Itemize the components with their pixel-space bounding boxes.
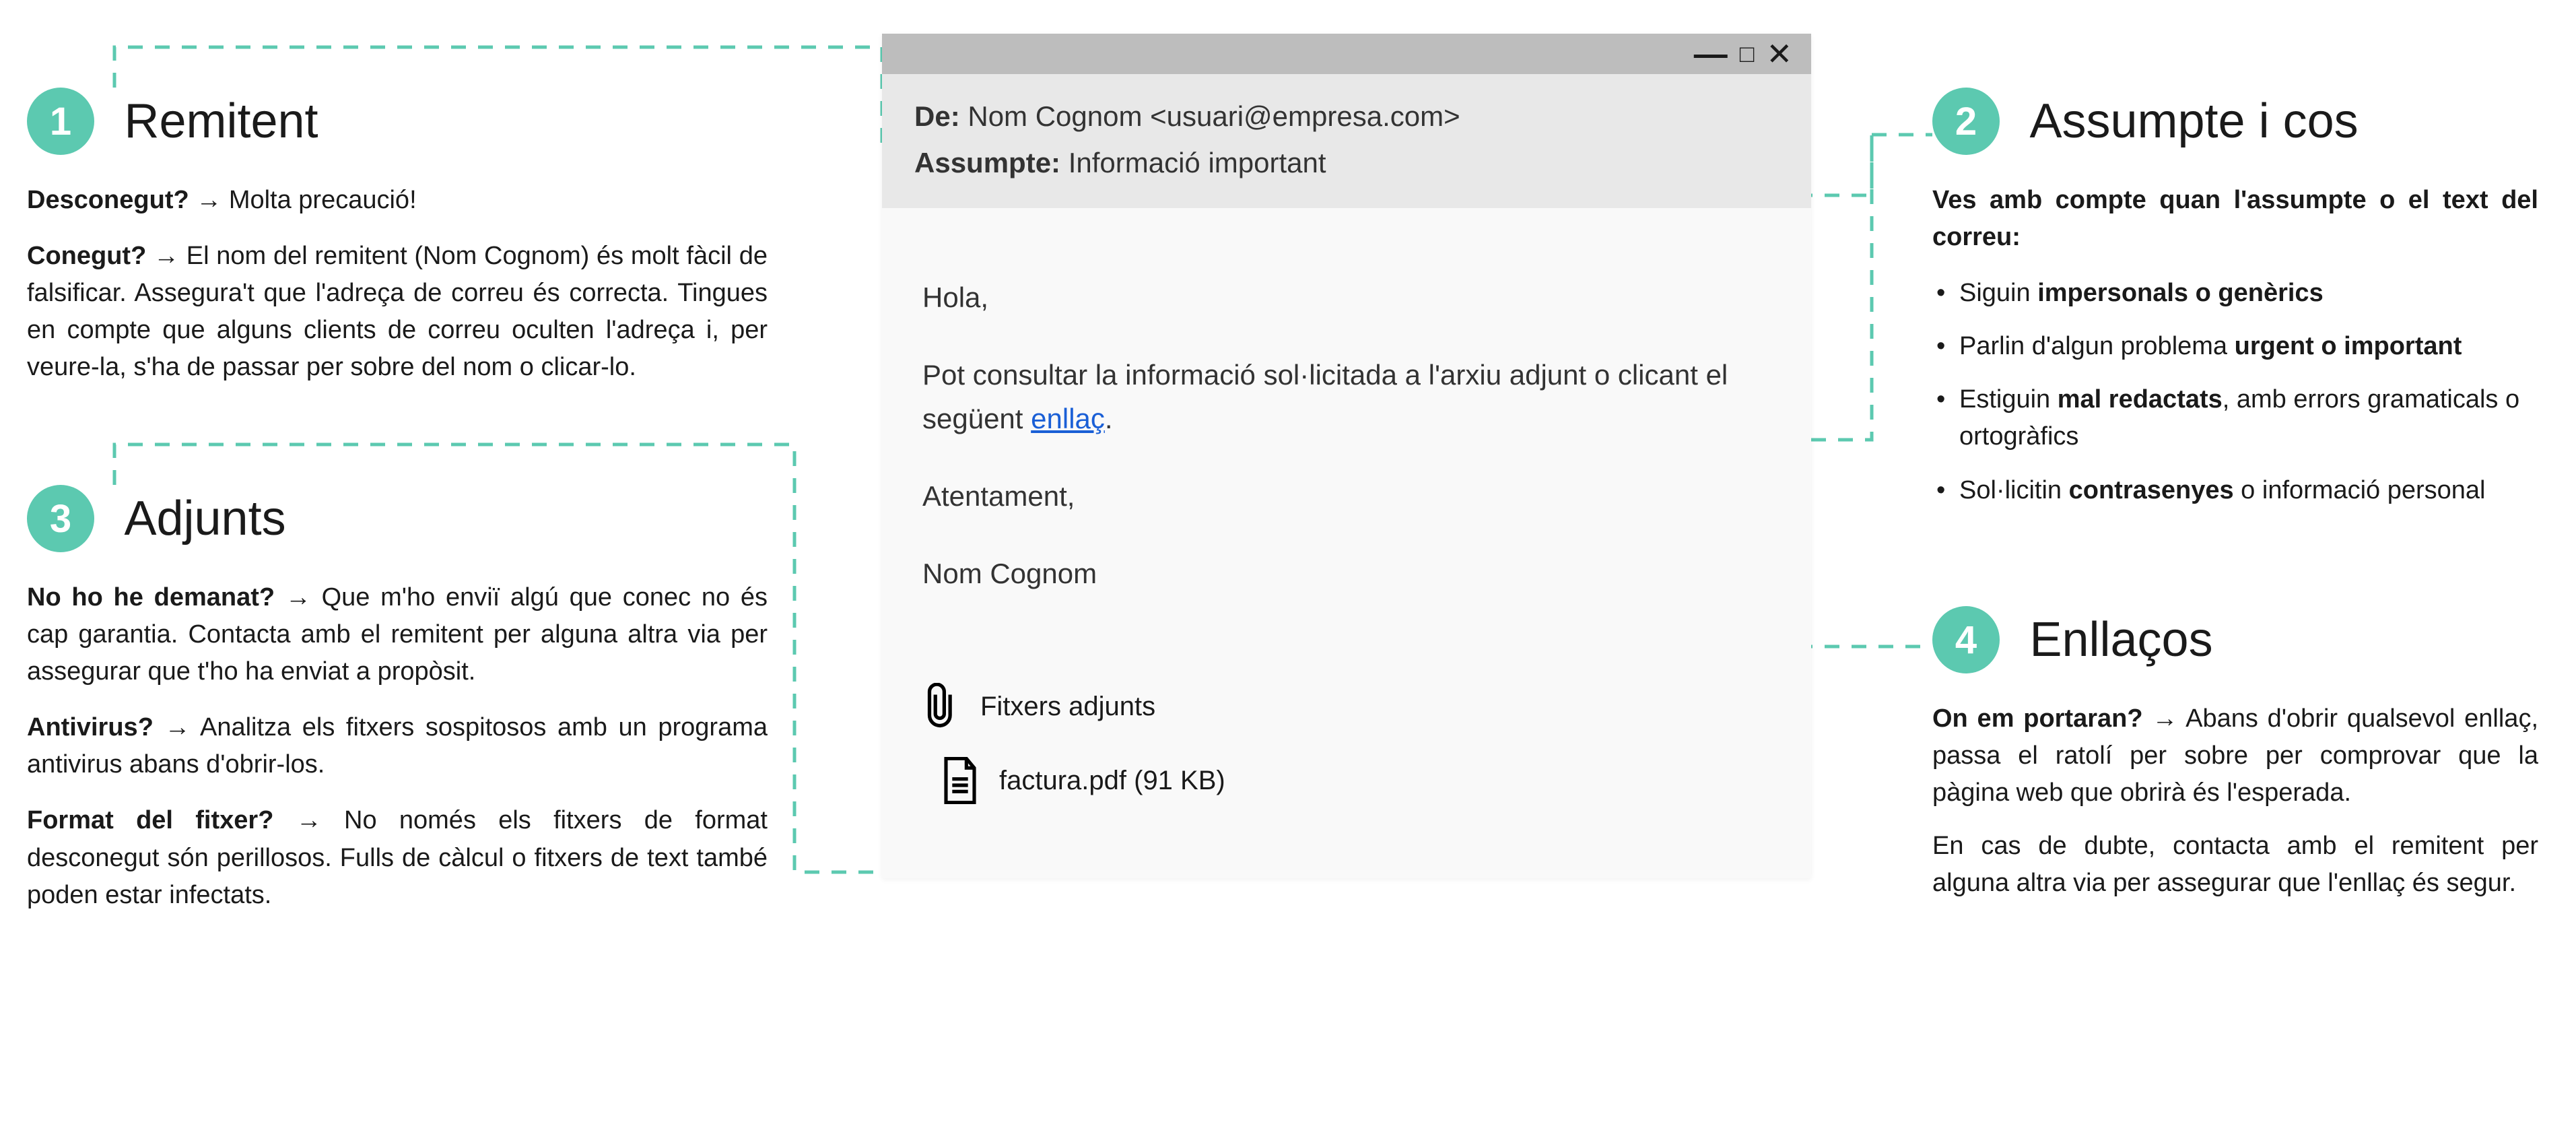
s1-p2: Conegut? → El nom del remitent (Nom Cogn… (27, 238, 768, 386)
title-enllacos: Enllaços (2029, 612, 2212, 667)
email-body: Hola, Pot consultar la informació sol·li… (882, 208, 1811, 669)
badge-4: 4 (1932, 606, 2000, 673)
email-subject: Assumpte: Informació important (914, 139, 1779, 186)
attachments-label: Fitxers adjunts (980, 692, 1155, 722)
s4-p1: On em portaran? → Abans d'obrir qualsevo… (1932, 700, 2538, 812)
maximize-icon[interactable]: □ (1740, 42, 1755, 66)
title-assumpte: Assumpte i cos (2029, 94, 2358, 149)
title-remitent: Remitent (124, 94, 318, 149)
s4-p2: En cas de dubte, contacta amb el remiten… (1932, 828, 2538, 902)
s2-intro: Ves amb compte quan l'assumpte o el text… (1932, 182, 2538, 256)
s2-li2: Parlin d'algun problema urgent o importa… (1932, 328, 2538, 365)
s3-p2: Antivirus? → Analitza els fitxers sospit… (27, 709, 768, 783)
attachment-file[interactable]: factura.pdf (91 KB) (999, 766, 1225, 796)
minimize-icon[interactable]: — (1694, 37, 1728, 71)
title-adjunts: Adjunts (124, 491, 285, 546)
email-window: — □ ✕ De: Nom Cognom <usuari@empresa.com… (882, 34, 1811, 878)
email-attachments: Fitxers adjunts factura.pdf (91 KB) (882, 669, 1811, 878)
badge-2: 2 (1932, 88, 2000, 155)
email-signature: Nom Cognom (922, 552, 1771, 595)
email-from: De: Nom Cognom <usuari@empresa.com> (914, 93, 1779, 139)
email-closing: Atentament, (922, 474, 1771, 518)
s1-p1: Desconegut? → Molta precaució! (27, 182, 768, 219)
window-titlebar: — □ ✕ (882, 34, 1811, 74)
close-icon[interactable]: ✕ (1766, 38, 1792, 69)
email-link[interactable]: enllaç (1031, 403, 1105, 434)
email-greeting: Hola, (922, 275, 1771, 319)
badge-1: 1 (27, 88, 94, 155)
s2-li3: Estiguin mal redactats, amb errors grama… (1932, 381, 2538, 455)
badge-3: 3 (27, 485, 94, 552)
email-header: De: Nom Cognom <usuari@empresa.com> Assu… (882, 74, 1811, 208)
s2-li1: Siguin impersonals o genèrics (1932, 275, 2538, 312)
email-body-text: Pot consultar la informació sol·licitada… (922, 353, 1771, 440)
s3-p1: No ho he demanat? → Que m'ho enviï algú … (27, 579, 768, 690)
file-icon (941, 757, 979, 804)
paperclip-icon (922, 683, 960, 730)
s3-p3: Format del fitxer? → No només els fitxer… (27, 802, 768, 913)
s2-li4: Sol·licitin contrasenyes o informació pe… (1932, 472, 2538, 509)
